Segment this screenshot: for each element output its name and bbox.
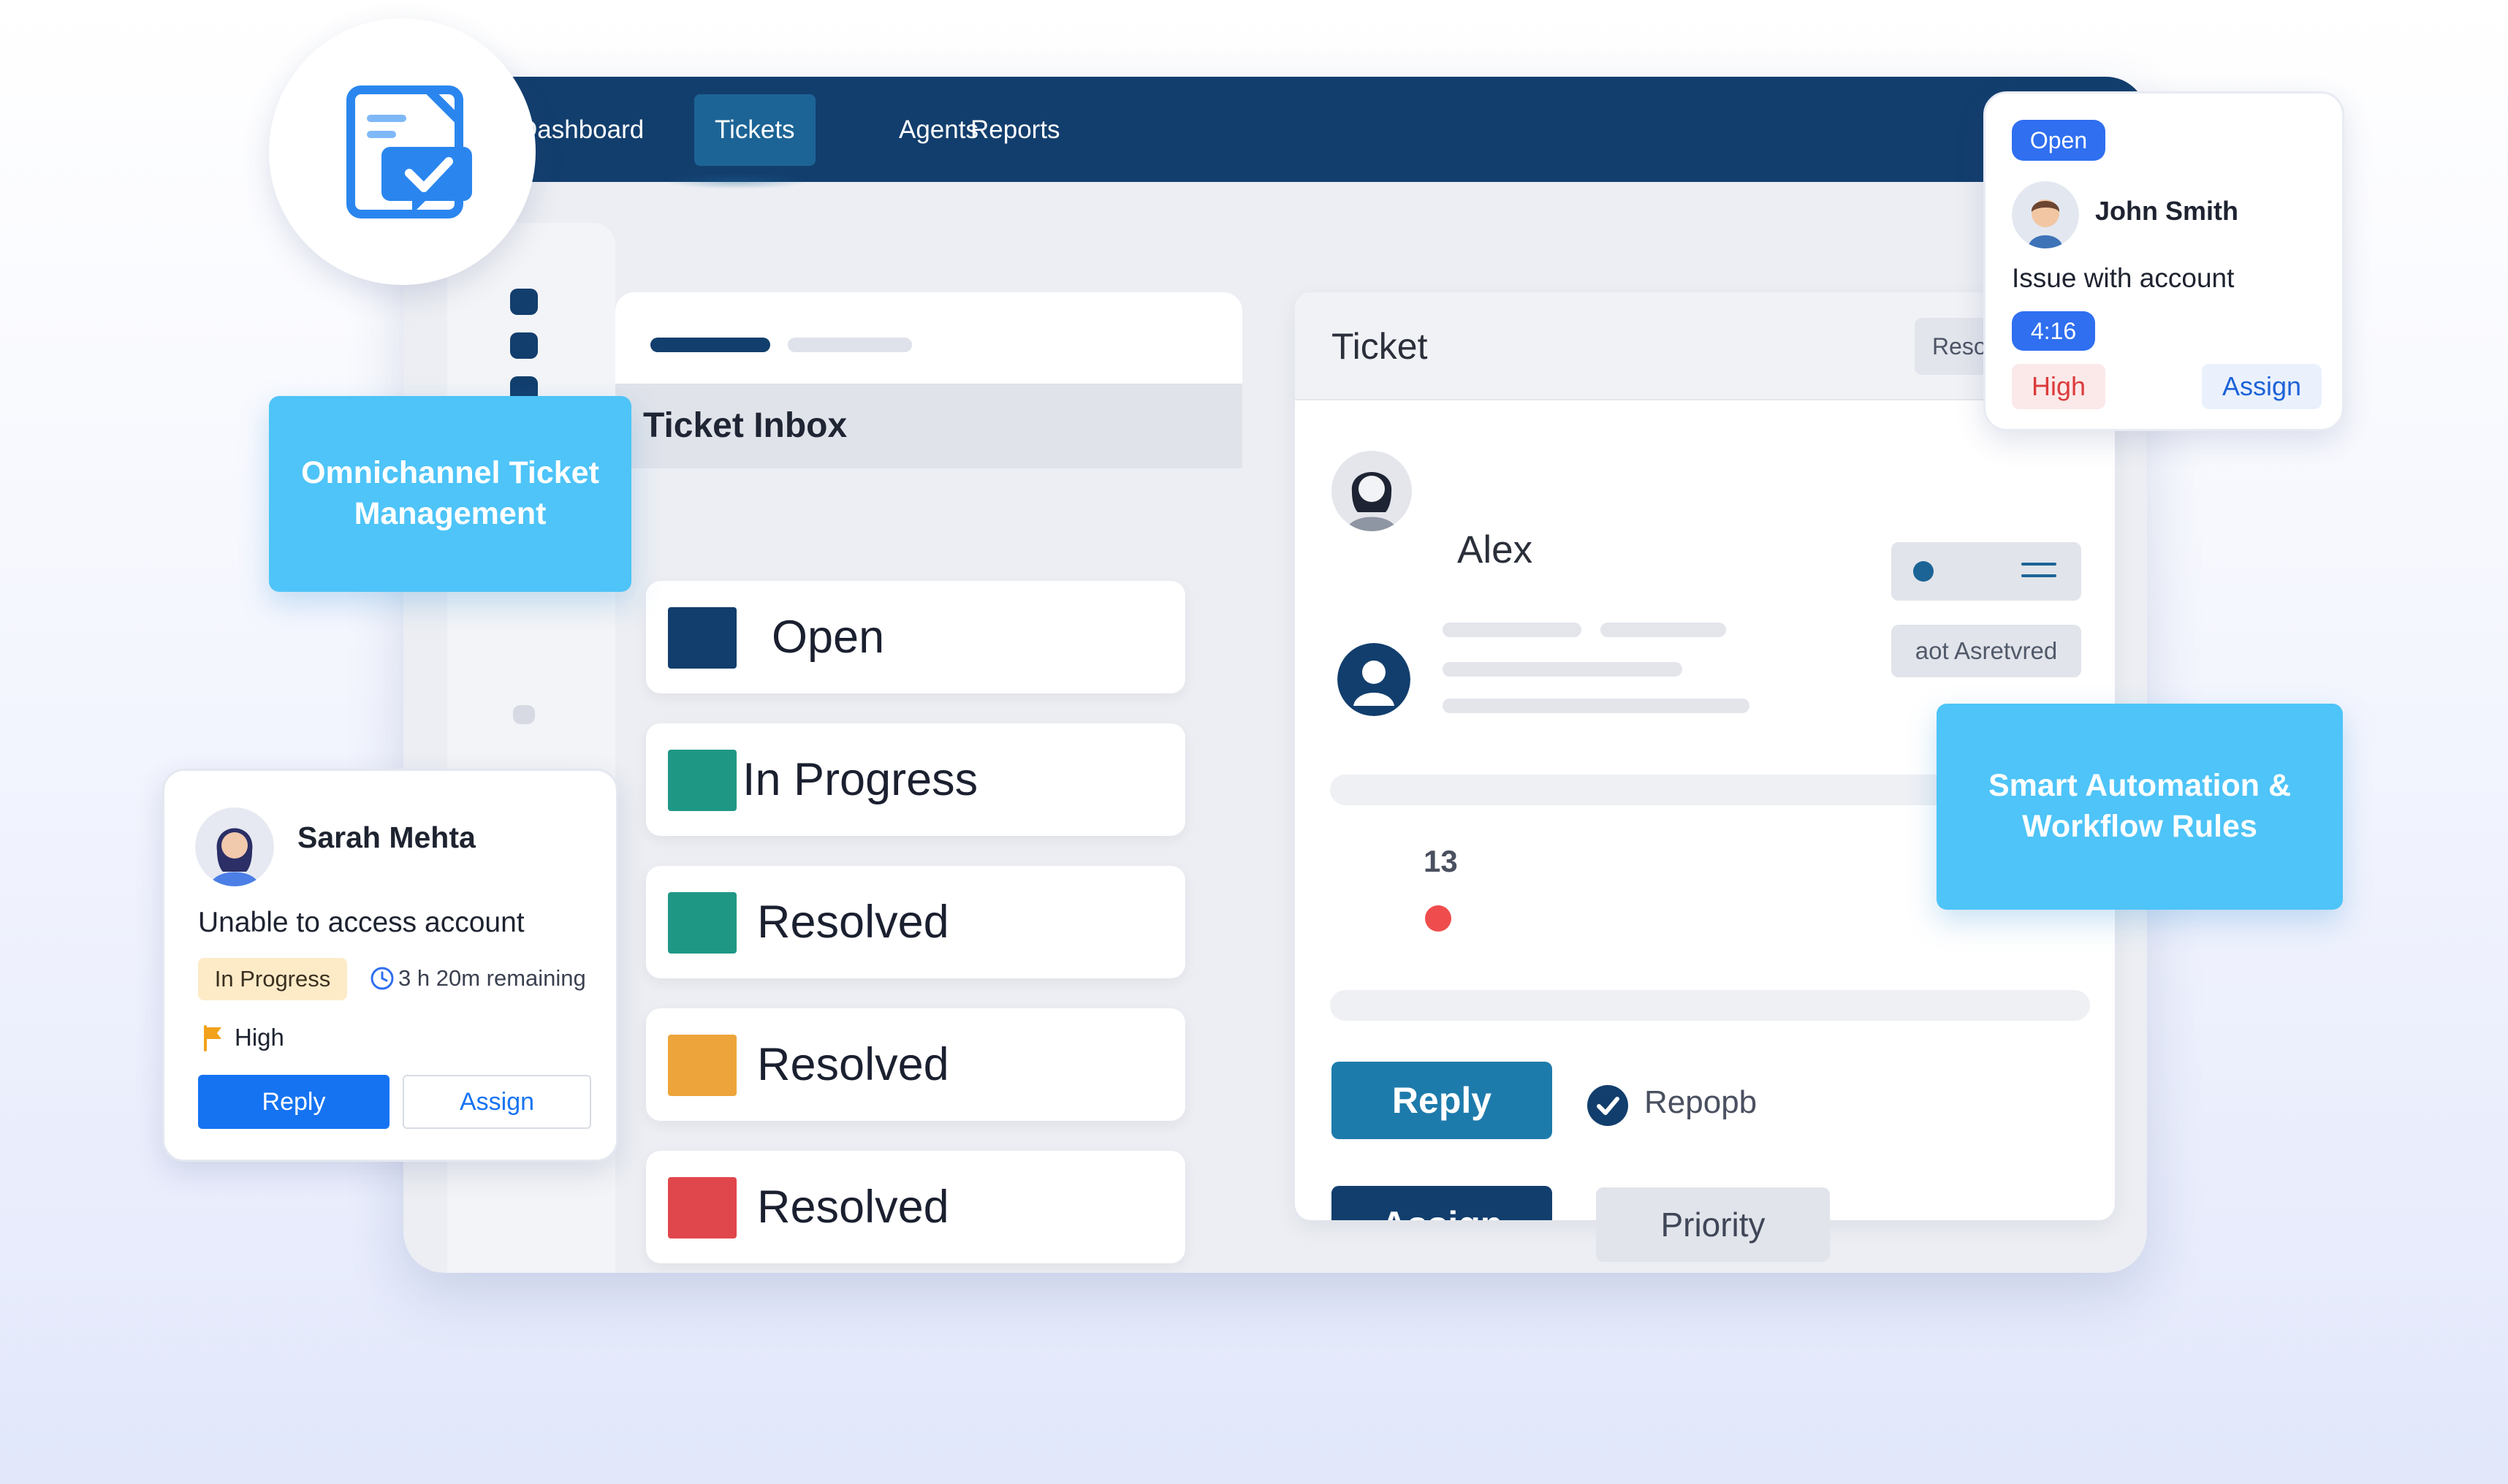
reply-button[interactable]: Reply <box>1331 1062 1552 1139</box>
woman-avatar-icon <box>1331 451 1412 531</box>
avatar <box>195 807 274 886</box>
customer-name: Alex <box>1457 528 1533 571</box>
ticket-panel-title: Ticket <box>1331 326 1428 367</box>
menu-icon <box>2021 563 2056 566</box>
avatar <box>2012 181 2079 248</box>
assign-button[interactable]: Assign <box>403 1075 591 1129</box>
man-avatar-icon <box>2012 181 2079 248</box>
priority-badge: High <box>2012 364 2105 409</box>
status-swatch <box>668 1035 737 1096</box>
app-logo-badge <box>269 18 536 285</box>
sidebar-item-2[interactable] <box>510 332 538 359</box>
status-label: Resolved <box>757 1182 949 1233</box>
status-swatch <box>668 1177 737 1238</box>
ticket-issue: Unable to access account <box>198 907 525 938</box>
customer-name: John Smith <box>2095 196 2238 226</box>
clock-icon <box>370 967 394 990</box>
status-dot-icon <box>1913 561 1934 582</box>
checkbox-label: Repoрb <box>1644 1084 1758 1120</box>
status-label: Open <box>772 612 885 663</box>
customer-name: Sarah Mehta <box>297 821 476 854</box>
logo-inner <box>305 55 499 248</box>
status-item-in-progress[interactable]: In Progress <box>646 723 1185 836</box>
ticket-card-sarah[interactable]: Sarah Mehta Unable to access account In … <box>162 769 618 1162</box>
status-badge: Open <box>2012 120 2105 161</box>
skeleton-bar <box>1330 990 2090 1021</box>
bottom-fade <box>0 1273 2508 1484</box>
nav-item-reports[interactable]: Reports <box>950 94 1081 166</box>
status-label: Resolved <box>757 897 949 948</box>
edge-number: 13 <box>1424 844 1458 878</box>
skeleton-line <box>1443 699 1749 713</box>
active-tab-glow <box>664 173 810 189</box>
reply-button[interactable]: Reply <box>198 1075 390 1129</box>
skeleton-line <box>1600 623 1726 637</box>
feature-badge-omnichannel: Omnichannel Ticket Management <box>269 396 631 592</box>
nav-item-tickets[interactable]: Tickets <box>694 94 816 166</box>
feature-badge-automation: Smart Automation & Workflow Rules <box>1937 704 2343 910</box>
status-swatch <box>668 750 737 811</box>
status-item-resolved[interactable]: Resolved <box>646 1008 1185 1121</box>
assign-button[interactable]: Assign <box>2202 364 2322 409</box>
ticket-card-john[interactable]: Open John Smith Issue with account 4:16 … <box>1983 91 2344 431</box>
inbox-title: Ticket Inbox <box>615 384 1242 468</box>
status-item-open[interactable]: Open <box>646 581 1185 693</box>
status-swatch <box>668 892 737 954</box>
time-remaining: 3 h 20m remaining <box>398 965 586 991</box>
inbox-placeholder-pill <box>788 338 912 352</box>
checkbox-checked-icon[interactable] <box>1587 1085 1628 1126</box>
customer-controls[interactable] <box>1891 542 2081 601</box>
priority-label: High <box>235 1024 284 1051</box>
skeleton-line <box>1443 623 1581 637</box>
skeleton-line <box>1443 662 1682 677</box>
top-navigation-bar: Dashboard Tickets Agents Reports <box>403 77 2147 182</box>
inbox-progress-pill <box>650 338 770 352</box>
priority-button[interactable]: Priority <box>1596 1187 1830 1262</box>
app-window: Dashboard Tickets Agents Reports ⟲ Ticke… <box>403 77 2147 1273</box>
flag-icon <box>204 1025 221 1051</box>
ticket-issue: Issue with account <box>2012 263 2235 293</box>
timer-badge: 4:16 <box>2012 311 2095 351</box>
assign-button[interactable]: Assign <box>1331 1186 1552 1220</box>
sidebar-item-1[interactable] <box>510 289 538 315</box>
ticket-inbox: Ticket Inbox Open In Progress Resolved R… <box>615 292 1242 1273</box>
inbox-toolbar <box>615 292 1242 384</box>
ticket-check-logo-icon <box>346 85 472 218</box>
status-label: In Progress <box>742 754 978 805</box>
status-item-resolved[interactable]: Resolved <box>646 1151 1185 1263</box>
status-label: Resolved <box>757 1039 949 1090</box>
status-swatch <box>668 607 737 669</box>
agent-avatar <box>1337 643 1410 716</box>
status-badge: In Progress <box>198 958 347 1000</box>
menu-icon <box>2021 574 2056 577</box>
customer-avatar <box>1331 451 1412 531</box>
sidebar-item-4[interactable] <box>513 705 535 724</box>
woman-avatar-icon <box>195 807 274 886</box>
assignment-chip: aot Asretvred <box>1891 625 2081 677</box>
user-avatar-icon <box>1337 643 1410 716</box>
status-item-resolved[interactable]: Resolved <box>646 866 1185 978</box>
alert-dot-icon <box>1425 905 1451 932</box>
